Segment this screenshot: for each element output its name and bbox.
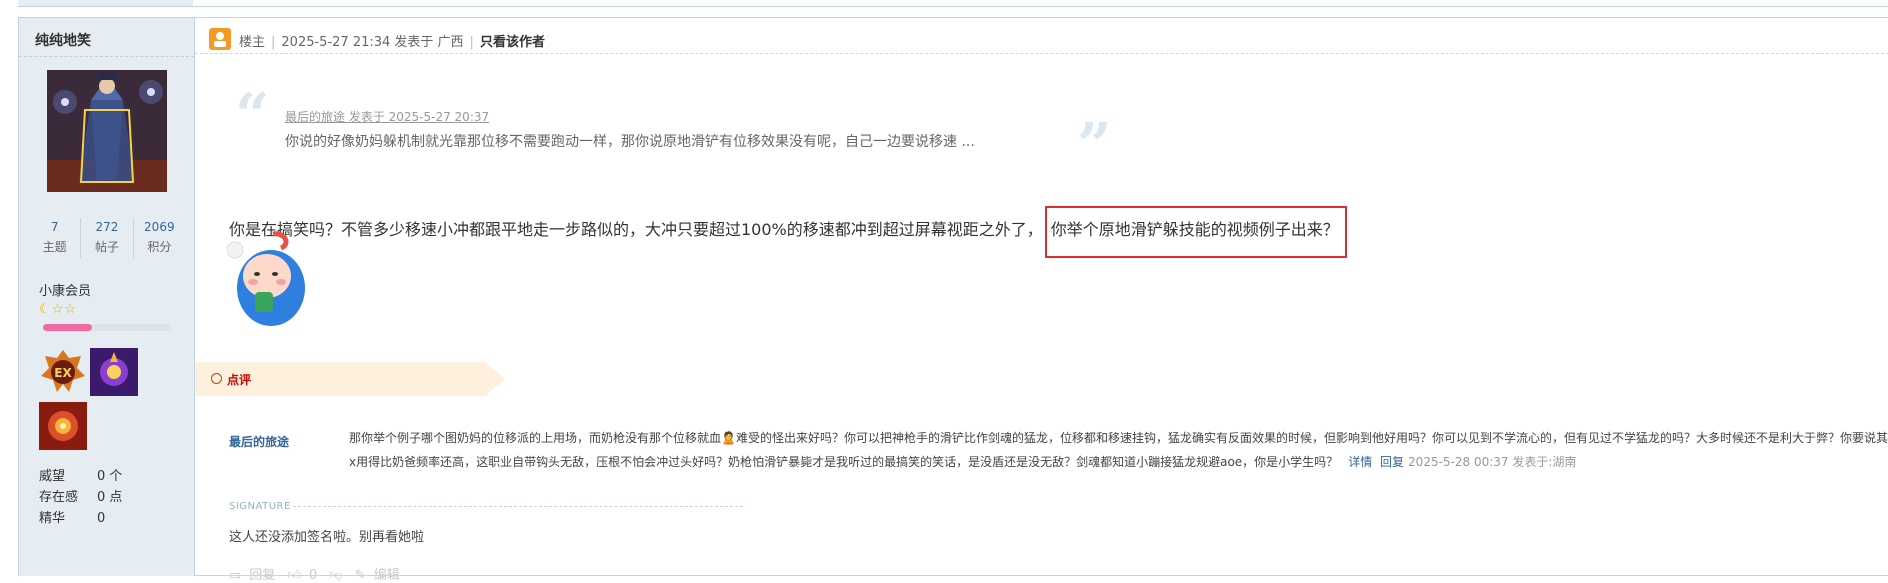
quote-author-link[interactable]: 最后的旅途 发表于 2025-5-27 20:37 — [285, 108, 489, 125]
medal-icon[interactable] — [90, 348, 138, 396]
landlord-icon — [209, 28, 231, 50]
dianping-bar: 点评 — [195, 362, 519, 396]
quote-open-icon: “ — [235, 81, 270, 151]
level-progress-bar — [43, 324, 171, 331]
signature-divider — [293, 506, 743, 507]
post-actions: ▭ 回复 👍︎ 0 👎︎ ✎ 编辑 — [229, 564, 408, 583]
sticker-image — [226, 228, 305, 326]
highlighted-text: 你举个原地滑铲躲技能的视频例子出来？ — [1044, 206, 1347, 258]
svg-text:EX: EX — [54, 366, 72, 380]
post-header: 楼主 | 2025-5-27 21:34 发表于 广西 | 只看该作者 — [195, 18, 1888, 54]
author-name[interactable]: 纯纯地笑 — [35, 30, 91, 50]
user-group[interactable]: 小康会员 — [39, 280, 91, 299]
dianping-icon — [211, 373, 222, 384]
post-time: 2025-5-27 21:34 发表于 广西 — [281, 35, 464, 50]
stat-posts[interactable]: 272 帖子 — [81, 218, 134, 258]
author-extra-info: 威望 0 个 存在感 0 点 精华 0 — [39, 469, 123, 526]
comment-reply-link[interactable]: 回复 — [1380, 455, 1404, 469]
post-container: 纯纯地笑 7 主题 272 帖子 2069 积分 小康会员 ☾☆☆ EX 威望 … — [18, 17, 1888, 583]
signature-title: SIGNATURE — [229, 501, 291, 512]
divider — [19, 56, 194, 57]
author-sidebar: 纯纯地笑 7 主题 272 帖子 2069 积分 小康会员 ☾☆☆ EX 威望 … — [19, 18, 195, 576]
comment-meta: 2025-5-28 00:37 发表于:湖南 — [1408, 455, 1577, 469]
signature-text: 这人还没添加签名啦。别再看她啦 — [229, 530, 425, 545]
stat-points[interactable]: 2069 积分 — [134, 218, 185, 258]
avatar[interactable] — [47, 70, 167, 192]
quote-block: “ 最后的旅途 发表于 2025-5-27 20:37 你说的好像奶妈躲机制就光… — [235, 81, 1112, 176]
divider — [195, 575, 1888, 576]
author-stats: 7 主题 272 帖子 2069 积分 — [29, 218, 185, 258]
comment-user-link[interactable]: 最后的旅途 — [229, 433, 289, 450]
stat-threads[interactable]: 7 主题 — [29, 218, 82, 258]
previous-post-border — [18, 0, 1888, 7]
post-body: 你是在搞笑吗？不管多少移速小冲都跟平地走一步路似的，大冲只要超过100%的移速都… — [229, 206, 1347, 258]
post-main: 楼主 | 2025-5-27 21:34 发表于 广西 | 只看该作者 “ 最后的旅途 … — [195, 18, 1888, 583]
comment-text: 那你举个例子哪个图奶妈的位移派的上用场，而奶枪没有那个位移就血🙎难受的怪出来好吗… — [349, 431, 1888, 469]
quote-text: 你说的好像奶妈躲机制就光靠那位移不需要跑动一样，那你说原地滑铲有位移效果没有呢，… — [285, 134, 975, 150]
level-stars: ☾☆☆ — [39, 302, 77, 317]
dianping-label: 点评 — [227, 373, 252, 387]
medal-icon[interactable] — [39, 402, 87, 450]
comment-detail-link[interactable]: 详情 — [1348, 455, 1372, 469]
role-label: 楼主 — [239, 35, 266, 50]
only-author-link[interactable]: 只看该作者 — [480, 35, 545, 50]
quote-close-icon: ” — [1077, 111, 1112, 181]
medal-icon[interactable]: EX — [39, 348, 87, 396]
